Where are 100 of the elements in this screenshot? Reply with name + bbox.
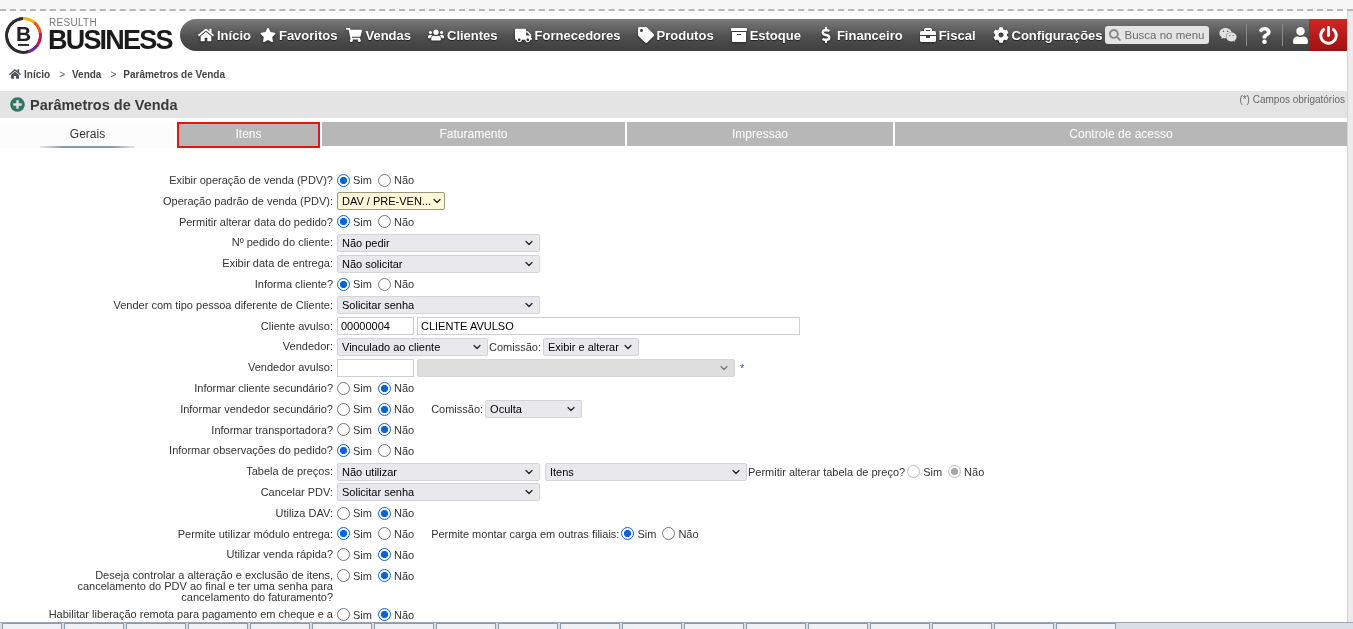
nav-menu-item[interactable]: Fiscal [915, 27, 980, 43]
radio-button[interactable] [337, 402, 350, 416]
radio-label[interactable]: Sim [353, 569, 372, 582]
breadcrumb-link[interactable]: Início [24, 68, 51, 80]
chat-bubbles-icon[interactable] [1218, 26, 1237, 44]
dropdown[interactable]: DAV / PRE-VEN... [337, 192, 445, 211]
taskbar-tab[interactable] [312, 623, 372, 629]
taskbar-tab[interactable] [808, 623, 868, 629]
radio-label[interactable]: Não [393, 507, 415, 520]
radio-button[interactable] [337, 277, 350, 291]
breadcrumb-link[interactable]: Venda [71, 68, 102, 80]
radio-label[interactable]: Sim [353, 216, 372, 228]
radio-button[interactable] [337, 506, 350, 520]
radio-button[interactable] [621, 527, 635, 541]
taskbar-tab[interactable] [622, 623, 682, 629]
user-icon[interactable] [1291, 26, 1309, 44]
nav-menu-item[interactable]: Clientes [424, 27, 502, 43]
radio-button[interactable] [377, 569, 391, 583]
radio-button[interactable] [377, 444, 391, 458]
radio-button[interactable] [337, 215, 350, 229]
taskbar-tab[interactable] [684, 623, 744, 629]
radio-button[interactable] [337, 569, 350, 583]
scrollbar[interactable] [1347, 11, 1353, 622]
radio-label[interactable]: Não [393, 278, 415, 291]
dropdown[interactable]: Não pedir [337, 233, 540, 252]
radio-label[interactable]: Sim [353, 608, 372, 621]
radio-label[interactable]: Sim [353, 382, 372, 395]
radio-label[interactable]: Não [393, 216, 415, 228]
dropdown[interactable]: Oculta [485, 400, 583, 419]
radio-label[interactable]: Não [393, 569, 415, 582]
dropdown[interactable]: Solicitar senha [337, 296, 540, 315]
taskbar-tab[interactable] [374, 623, 434, 629]
radio-label[interactable]: Não [393, 403, 415, 416]
radio-button[interactable] [662, 527, 676, 541]
dropdown[interactable]: Não solicitar [337, 254, 540, 273]
nav-menu-item[interactable]: Produtos [633, 27, 718, 43]
radio-button[interactable] [337, 527, 350, 541]
dropdown[interactable]: Itens [545, 462, 747, 481]
radio-label[interactable]: Não [393, 527, 415, 540]
dropdown[interactable]: Exibir e alterar [542, 337, 639, 356]
radio-label[interactable]: Não [678, 527, 699, 540]
radio-button[interactable] [377, 608, 391, 622]
radio-button[interactable] [337, 173, 350, 187]
taskbar-tab[interactable] [994, 623, 1054, 629]
radio-label[interactable]: Sim [353, 174, 372, 187]
radio-label[interactable]: Não [393, 608, 415, 621]
taskbar-tab[interactable] [2, 623, 62, 629]
nav-menu-item[interactable]: Fornecedores [510, 26, 625, 44]
power-button[interactable] [1309, 19, 1347, 51]
radio-button[interactable] [337, 444, 350, 458]
radio-label[interactable]: Não [393, 548, 415, 561]
radio-button[interactable] [337, 608, 350, 622]
taskbar-tab[interactable] [436, 623, 496, 629]
radio-button[interactable] [377, 277, 391, 291]
dropdown[interactable]: Não utilizar [337, 462, 540, 481]
nav-menu-item[interactable]: Configurações [988, 27, 1103, 43]
radio-button[interactable] [377, 548, 391, 562]
radio-label[interactable]: Sim [353, 423, 372, 436]
search-field[interactable]: Busca no menu [1104, 26, 1209, 44]
radio-label[interactable]: Sim [353, 278, 372, 291]
radio-label[interactable]: Não [393, 423, 415, 436]
taskbar-tab[interactable] [932, 623, 992, 629]
radio-label[interactable]: Sim [353, 548, 372, 561]
radio-button[interactable] [337, 423, 350, 437]
nav-menu-item[interactable]: Estoque [726, 27, 805, 43]
radio-button[interactable] [377, 527, 391, 541]
radio-label[interactable]: Não [393, 444, 415, 457]
taskbar-tab[interactable] [560, 623, 620, 629]
taskbar-tab[interactable] [498, 623, 558, 629]
radio-button[interactable] [377, 402, 391, 416]
radio-button[interactable] [337, 381, 350, 395]
radio-button[interactable] [337, 548, 350, 562]
taskbar-tab[interactable] [250, 623, 310, 629]
radio-button[interactable] [377, 215, 391, 229]
text-input[interactable] [337, 358, 414, 377]
radio-label[interactable]: Sim [353, 444, 372, 457]
text-input[interactable]: 00000004 [337, 316, 414, 335]
taskbar-tab[interactable] [746, 623, 806, 629]
dropdown[interactable]: Vinculado ao cliente [337, 337, 488, 356]
radio-button[interactable] [377, 381, 391, 395]
radio-button[interactable] [377, 506, 391, 520]
radio-label[interactable]: Sim [637, 527, 657, 540]
breadcrumb-link[interactable]: Parâmetros de Venda [123, 68, 225, 80]
taskbar-tab[interactable] [64, 623, 124, 629]
radio-button[interactable] [377, 173, 391, 187]
taskbar-tab[interactable] [870, 623, 930, 629]
taskbar-tab[interactable] [188, 623, 248, 629]
radio-label[interactable]: Não [393, 382, 415, 395]
radio-label[interactable]: Sim [353, 507, 372, 520]
nav-menu-item[interactable]: Favoritos [255, 27, 342, 43]
radio-label[interactable]: Sim [353, 403, 372, 416]
taskbar-tab[interactable] [1056, 623, 1116, 629]
radio-label[interactable]: Sim [353, 527, 372, 540]
text-input[interactable]: CLIENTE AVULSO [417, 316, 800, 335]
radio-label[interactable]: Não [393, 174, 415, 187]
taskbar-tab[interactable] [126, 623, 186, 629]
radio-button[interactable] [377, 423, 391, 437]
nav-menu-item[interactable]: Financeiro [813, 27, 907, 43]
nav-menu-item[interactable]: Início [194, 27, 255, 43]
dropdown[interactable]: Solicitar senha [337, 483, 540, 502]
